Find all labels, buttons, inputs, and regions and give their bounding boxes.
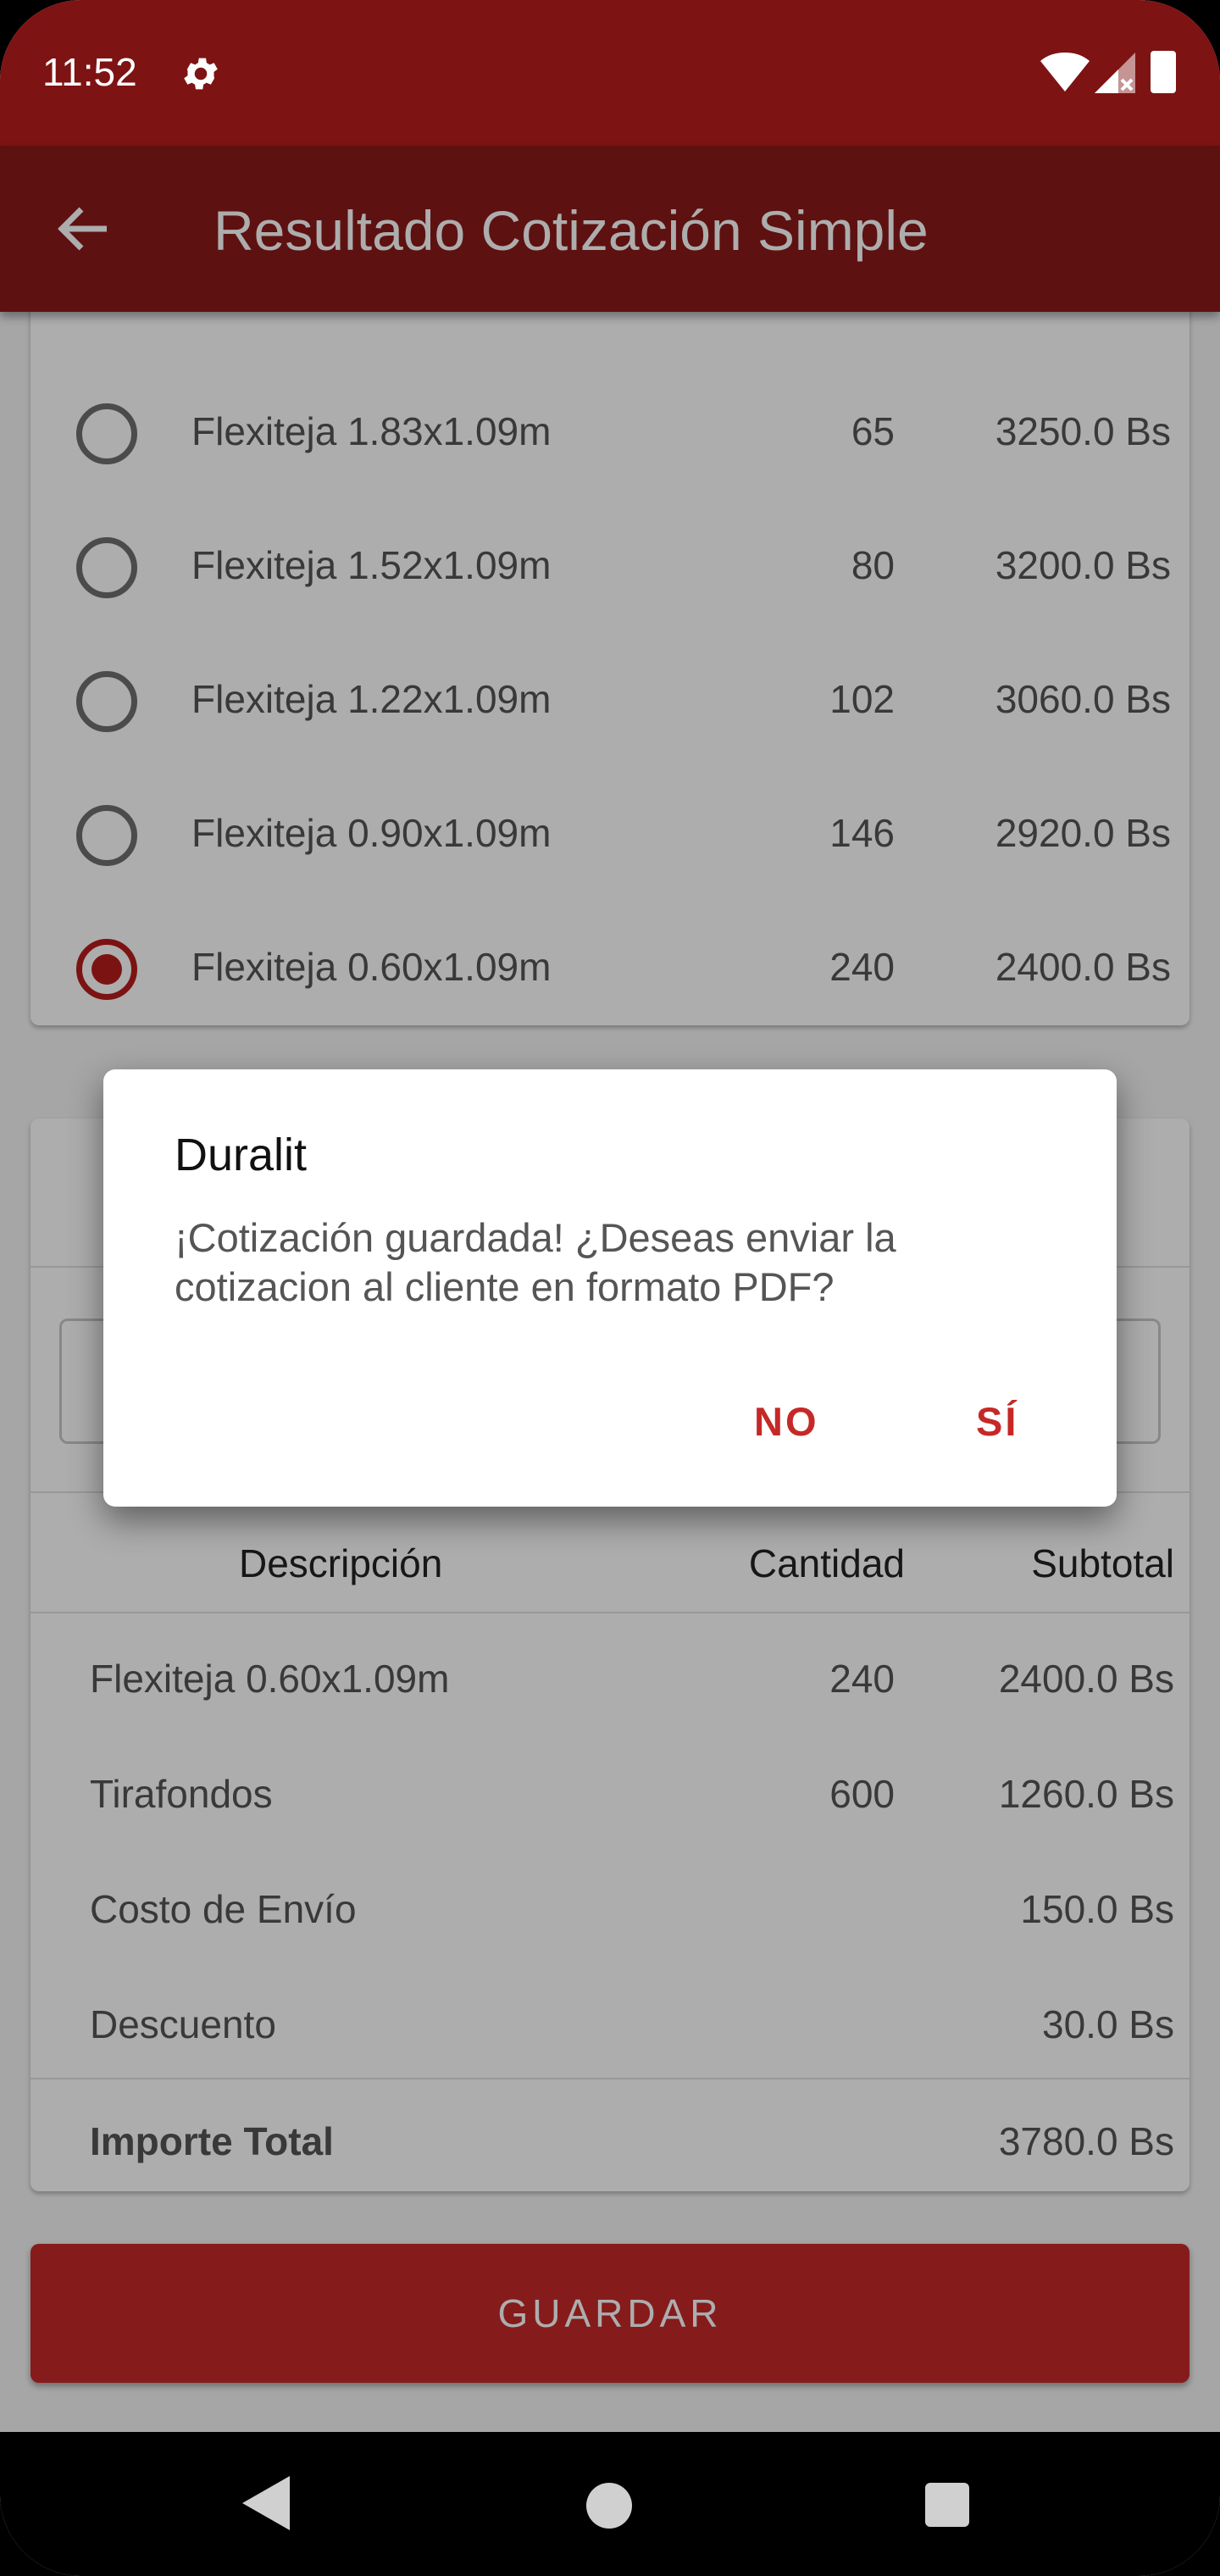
yes-button[interactable]: SÍ bbox=[976, 1398, 1018, 1445]
dialog-title: Duralit bbox=[175, 1130, 308, 1180]
status-time: 11:52 bbox=[42, 50, 137, 94]
wifi-icon bbox=[1040, 53, 1090, 92]
screen: 11:52 Resultado Cotización Simple Flexit… bbox=[0, 0, 1220, 2576]
nav-home-icon[interactable] bbox=[586, 2483, 632, 2529]
status-bar: 11:52 bbox=[0, 0, 1220, 146]
confirm-dialog: Duralit ¡Cotización guardada! ¿Deseas en… bbox=[103, 1069, 1117, 1507]
battery-icon bbox=[1151, 51, 1176, 93]
navigation-bar bbox=[0, 2432, 1220, 2576]
no-button[interactable]: NO bbox=[754, 1398, 819, 1445]
nav-recents-icon[interactable] bbox=[925, 2483, 969, 2527]
nav-back-icon[interactable] bbox=[242, 2476, 290, 2530]
gear-icon bbox=[184, 58, 218, 90]
dialog-message: ¡Cotización guardada! ¿Deseas enviar la … bbox=[175, 1215, 896, 1309]
signal-icon bbox=[1095, 53, 1135, 93]
